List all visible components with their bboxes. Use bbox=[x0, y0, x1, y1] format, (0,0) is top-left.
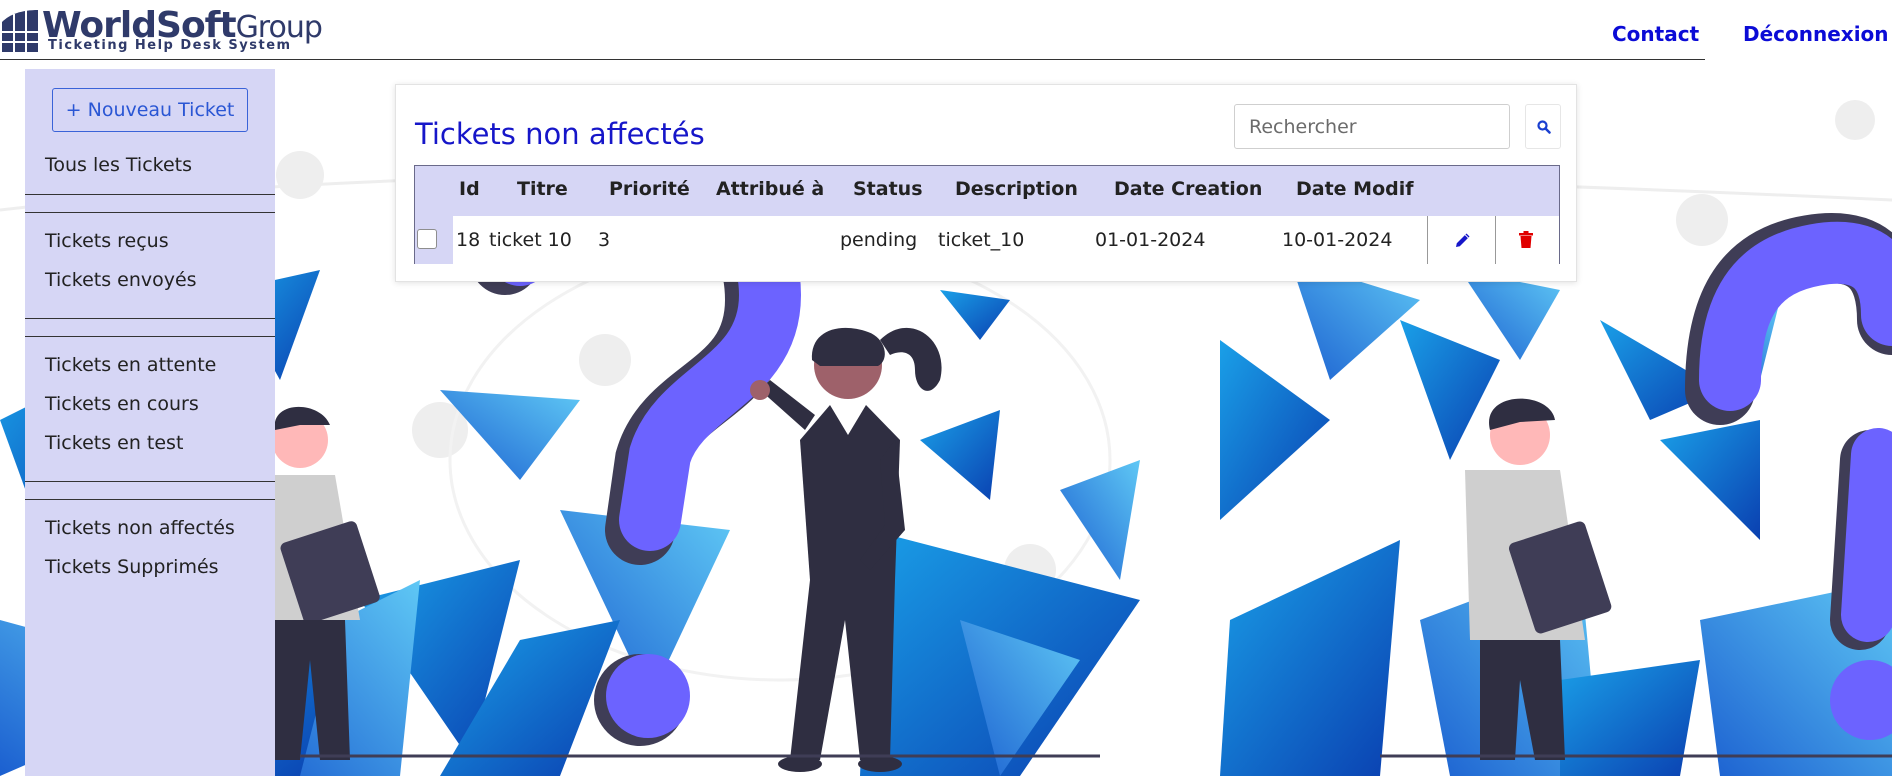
header-divider bbox=[0, 59, 1705, 60]
column-header-priority: Priorité bbox=[609, 178, 690, 200]
cell-title: ticket 10 bbox=[489, 229, 572, 251]
nav-logout-link[interactable]: Déconnexion bbox=[1743, 22, 1889, 46]
search-button[interactable] bbox=[1525, 104, 1561, 149]
top-header: WorldSoftGroup Ticketing Help Desk Syste… bbox=[0, 0, 1892, 60]
sidebar-item-pending[interactable]: Tickets en attente bbox=[45, 354, 216, 376]
column-header-title: Titre bbox=[517, 178, 568, 200]
sidebar-item-in-progress[interactable]: Tickets en cours bbox=[45, 393, 199, 415]
cell-priority: 3 bbox=[598, 229, 611, 251]
nav-contact-link[interactable]: Contact bbox=[1612, 22, 1699, 46]
pencil-icon bbox=[1456, 233, 1470, 247]
table-row: 18 ticket 10 3 pending ticket_10 01-01-2… bbox=[415, 216, 1559, 264]
row-checkbox[interactable] bbox=[417, 229, 437, 249]
edit-ticket-button[interactable] bbox=[1427, 216, 1495, 264]
company-logo: WorldSoftGroup Ticketing Help Desk Syste… bbox=[0, 6, 323, 56]
cell-id: 18 bbox=[456, 229, 481, 251]
column-header-date-creation: Date Creation bbox=[1114, 178, 1263, 200]
trash-icon bbox=[1519, 231, 1533, 248]
sidebar-item-sent[interactable]: Tickets envoyés bbox=[45, 269, 197, 291]
cell-date-creation: 01-01-2024 bbox=[1095, 229, 1206, 251]
sidebar-item-deleted[interactable]: Tickets Supprimés bbox=[45, 556, 219, 578]
sidebar-divider bbox=[25, 212, 275, 213]
sidebar-divider bbox=[25, 336, 275, 337]
page-title: Tickets non affectés bbox=[415, 117, 705, 151]
sidebar-item-all-tickets[interactable]: Tous les Tickets bbox=[45, 154, 192, 176]
sidebar-divider bbox=[25, 499, 275, 500]
new-ticket-button[interactable]: + Nouveau Ticket bbox=[52, 88, 248, 132]
search-icon bbox=[1537, 120, 1551, 134]
sidebar: + Nouveau Ticket Tous les Tickets Ticket… bbox=[25, 69, 275, 776]
sidebar-item-received[interactable]: Tickets reçus bbox=[45, 230, 169, 252]
column-header-id: Id bbox=[459, 178, 480, 200]
sidebar-item-in-test[interactable]: Tickets en test bbox=[45, 432, 183, 454]
globe-logo-icon bbox=[2, 10, 38, 52]
table-header: Id Titre Priorité Attribué à Status Desc… bbox=[415, 166, 1559, 216]
logo-tagline: Ticketing Help Desk System bbox=[48, 38, 292, 53]
sidebar-divider bbox=[25, 194, 275, 195]
tickets-panel: Tickets non affectés Id Titre Priorité A… bbox=[395, 84, 1577, 282]
delete-ticket-button[interactable] bbox=[1495, 216, 1559, 264]
cell-status: pending bbox=[840, 229, 918, 251]
tickets-table: Id Titre Priorité Attribué à Status Desc… bbox=[414, 165, 1560, 264]
column-header-assigned: Attribué à bbox=[716, 178, 825, 200]
sidebar-item-unassigned[interactable]: Tickets non affectés bbox=[45, 517, 235, 539]
cell-date-modif: 10-01-2024 bbox=[1282, 229, 1393, 251]
column-header-status: Status bbox=[853, 178, 923, 200]
search-input[interactable] bbox=[1234, 104, 1510, 149]
row-select-cell bbox=[415, 216, 453, 264]
cell-description: ticket_10 bbox=[938, 229, 1025, 251]
sidebar-divider bbox=[25, 318, 275, 319]
column-header-date-modif: Date Modif bbox=[1296, 178, 1414, 200]
column-header-description: Description bbox=[955, 178, 1078, 200]
sidebar-divider bbox=[25, 481, 275, 482]
